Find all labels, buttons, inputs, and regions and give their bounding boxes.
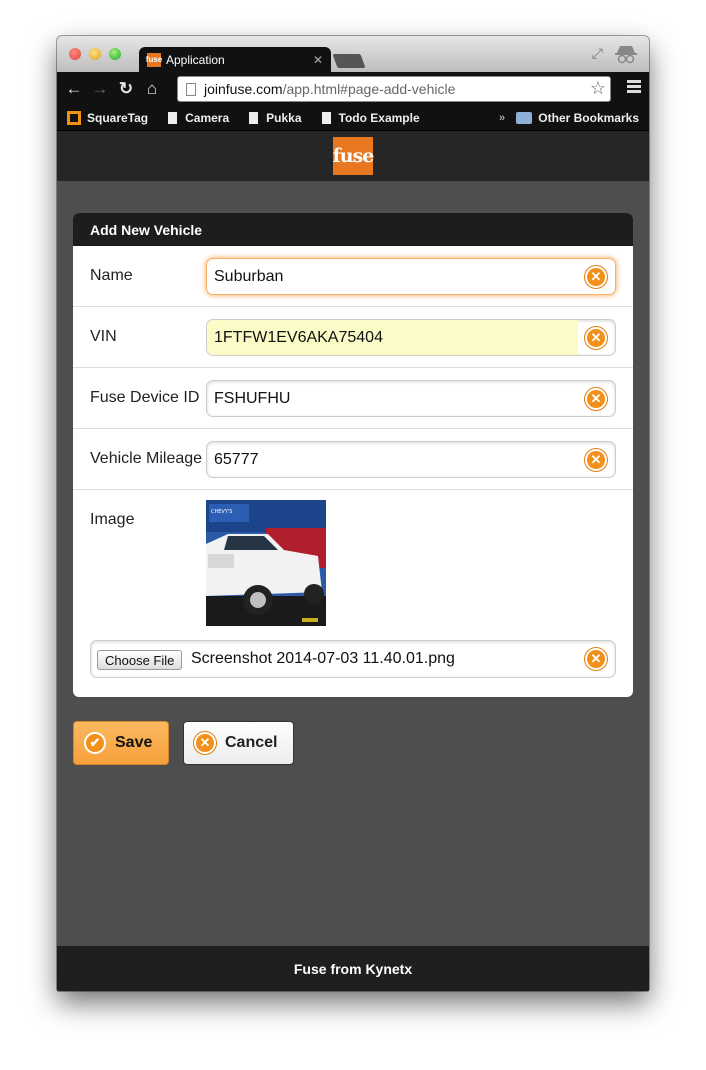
title-bar: fuse Application ✕ ⤢ — [57, 36, 649, 72]
bookmark-pukka[interactable]: Pukka — [249, 111, 302, 125]
chrome-menu-icon[interactable] — [627, 80, 641, 94]
browser-toolbar: ← → ↻ ⌂ joinfuse.com/app.html#page-add-v… — [57, 72, 649, 106]
vin-value[interactable]: 1FTFW1EV6AKA75404 — [207, 320, 578, 355]
clear-icon[interactable]: ✕ — [585, 327, 607, 349]
folder-icon — [516, 112, 533, 124]
browser-tab[interactable]: fuse Application ✕ — [139, 47, 331, 72]
file-name: Screenshot 2014-07-03 11.40.01.png — [191, 650, 455, 667]
image-row: Image CHEVY'S Choose File Screenshot 201… — [73, 490, 633, 697]
incognito-icon — [615, 46, 637, 64]
address-bar[interactable]: joinfuse.com/app.html#page-add-vehicle ☆ — [177, 76, 611, 102]
clear-icon[interactable]: ✕ — [585, 388, 607, 410]
fuse-logo: fuse — [333, 137, 374, 175]
minimize-window-button[interactable] — [89, 48, 101, 60]
device-id-field[interactable]: FSHUFHU ✕ — [206, 380, 616, 417]
vehicle-image: CHEVY'S — [206, 500, 326, 626]
device-id-value[interactable]: FSHUFHU — [207, 381, 578, 416]
bookmark-squaretag[interactable]: SquareTag — [67, 111, 148, 125]
save-button[interactable]: ✔ Save — [73, 721, 169, 765]
page-icon — [168, 112, 178, 124]
close-icon: ✕ — [194, 732, 216, 754]
name-label: Name — [90, 267, 133, 284]
page-icon — [249, 112, 259, 124]
save-label: Save — [115, 734, 153, 751]
close-window-button[interactable] — [69, 48, 81, 60]
form-title: Add New Vehicle — [73, 213, 633, 246]
clear-icon[interactable]: ✕ — [585, 266, 607, 288]
file-input[interactable]: Choose File Screenshot 2014-07-03 11.40.… — [90, 640, 616, 678]
choose-file-button[interactable]: Choose File — [97, 650, 183, 670]
device-id-row: Fuse Device ID FSHUFHU ✕ — [73, 368, 633, 429]
clear-icon[interactable]: ✕ — [585, 449, 607, 471]
squaretag-icon — [67, 111, 81, 125]
bookmark-star-icon[interactable]: ☆ — [590, 78, 606, 99]
page-icon — [321, 112, 331, 124]
name-value[interactable]: Suburban — [207, 259, 578, 294]
app-header: fuse — [57, 130, 649, 181]
mileage-field[interactable]: 65777 ✕ — [206, 441, 616, 478]
vin-label: VIN — [90, 328, 117, 345]
chevron-more-icon[interactable]: » — [499, 112, 505, 124]
bookmarks-bar: SquareTag Camera Pukka Todo Example » Ot… — [57, 106, 649, 130]
check-icon: ✔ — [84, 732, 106, 754]
svg-text:CHEVY'S: CHEVY'S — [211, 509, 232, 515]
reload-icon[interactable]: ↻ — [113, 79, 139, 99]
app-footer: Fuse from Kynetx — [57, 946, 649, 991]
name-row: Name Suburban ✕ — [73, 246, 633, 307]
fullscreen-icon[interactable]: ⤢ — [592, 45, 603, 62]
bookmark-camera[interactable]: Camera — [168, 111, 229, 125]
clear-icon[interactable]: ✕ — [585, 648, 607, 670]
fuse-favicon-icon: fuse — [146, 52, 162, 67]
mileage-label: Vehicle Mileage — [90, 450, 203, 467]
tab-close-icon[interactable]: ✕ — [313, 53, 323, 67]
add-vehicle-form: Add New Vehicle Name Suburban ✕ VIN 1FTF… — [73, 213, 633, 697]
cancel-label: Cancel — [225, 734, 278, 751]
bookmark-todo-example[interactable]: Todo Example — [321, 111, 420, 125]
page-icon — [186, 82, 196, 96]
forward-arrow-icon[interactable]: → — [87, 79, 113, 99]
cancel-button[interactable]: ✕ Cancel — [183, 721, 294, 765]
vin-field[interactable]: 1FTFW1EV6AKA75404 ✕ — [206, 319, 616, 356]
name-field[interactable]: Suburban ✕ — [206, 258, 616, 295]
new-tab-button[interactable] — [332, 54, 366, 68]
bookmark-other[interactable]: Other Bookmarks — [516, 111, 639, 125]
home-icon[interactable]: ⌂ — [139, 79, 165, 99]
tab-title: Application — [166, 52, 225, 67]
image-label: Image — [90, 511, 135, 528]
url-text: joinfuse.com/app.html#page-add-vehicle — [204, 81, 456, 97]
browser-window: fuse Application ✕ ⤢ ← → ↻ ⌂ joinfuse.co… — [57, 36, 649, 991]
mileage-row: Vehicle Mileage 65777 ✕ — [73, 429, 633, 490]
device-id-label: Fuse Device ID — [90, 389, 200, 406]
vin-row: VIN 1FTFW1EV6AKA75404 ✕ — [73, 307, 633, 368]
mileage-value[interactable]: 65777 — [207, 442, 578, 477]
back-arrow-icon[interactable]: ← — [61, 79, 87, 99]
zoom-window-button[interactable] — [109, 48, 121, 60]
